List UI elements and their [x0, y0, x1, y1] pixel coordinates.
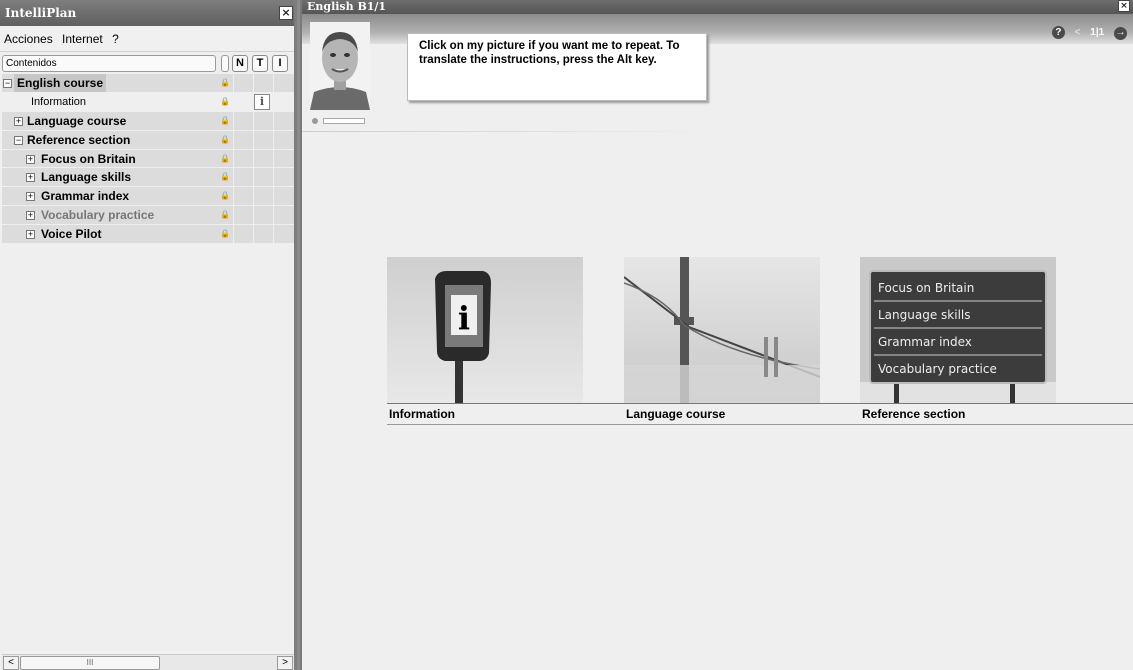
audio-dot-icon	[312, 118, 318, 124]
audio-progress[interactable]	[310, 116, 370, 126]
caption-divider	[387, 424, 1133, 425]
left-window-title: IntelliPlan	[5, 6, 77, 20]
sign-item: Vocabulary practice	[878, 362, 997, 376]
tree-item-label: Vocabulary practice	[41, 208, 155, 223]
tree-item-label: Reference section	[27, 132, 131, 147]
right-title-bar: English B1/1 ×	[302, 0, 1133, 14]
lock-icon: 🔒	[220, 229, 230, 239]
back-arrow-icon[interactable]: <	[1075, 27, 1081, 38]
tree-item-label: Language skills	[41, 170, 132, 185]
scroll-thumb[interactable]: III	[20, 656, 160, 670]
expand-icon[interactable]: +	[26, 211, 35, 221]
intelliplan-window: IntelliPlan × Acciones Internet ? Conten…	[0, 0, 297, 670]
tree-item-grammar-index[interactable]: + Grammar index 🔒	[2, 187, 294, 207]
tree-item-language-skills[interactable]: + Language skills 🔒	[2, 168, 294, 188]
column-t-button[interactable]: T	[252, 55, 268, 72]
expand-icon[interactable]: +	[26, 230, 35, 240]
tile-information[interactable]: i	[387, 257, 583, 404]
sign-item: Focus on Britain	[878, 281, 974, 295]
expand-icon[interactable]: +	[26, 173, 35, 183]
expand-icon[interactable]: +	[26, 192, 35, 202]
tree-item-focus-on-britain[interactable]: + Focus on Britain 🔒	[2, 149, 294, 169]
right-close-button[interactable]: ×	[1118, 0, 1130, 12]
tree-item-language-course[interactable]: + Language course 🔒	[2, 111, 294, 131]
lock-icon: 🔒	[220, 78, 230, 87]
tile-caption-information[interactable]: Information	[387, 404, 455, 424]
scroll-right-button[interactable]: >	[277, 656, 293, 670]
left-title-bar: IntelliPlan ×	[0, 0, 294, 26]
nav-controls: ? < 1|1 →	[1045, 26, 1127, 40]
course-tree: − English course 🔒 Information 🔒 i + Lan…	[2, 74, 294, 245]
lock-icon: 🔒	[220, 172, 230, 182]
tree-item-label: Focus on Britain	[41, 151, 136, 166]
info-sign-letter: i	[458, 299, 470, 337]
menu-internet[interactable]: Internet	[62, 32, 103, 46]
menu-bar: Acciones Internet ?	[0, 26, 294, 52]
tree-item-vocabulary-practice[interactable]: + Vocabulary practice 🔒	[2, 206, 294, 226]
right-window-title: English B1/1	[307, 0, 387, 13]
audio-track[interactable]	[323, 118, 365, 124]
lock-icon: 🔒	[220, 115, 230, 125]
course-window: English B1/1 × ? < 1|1 → Click on my pic…	[300, 0, 1133, 670]
lock-icon: 🔒	[220, 191, 230, 201]
column-i-button[interactable]: I	[272, 55, 288, 72]
horizontal-scrollbar[interactable]: < III >	[2, 654, 294, 670]
scroll-left-button[interactable]: <	[3, 656, 19, 670]
tree-item-label: Voice Pilot	[41, 227, 102, 242]
speech-bubble: Click on my picture if you want me to re…	[407, 33, 707, 101]
collapse-icon[interactable]: −	[14, 135, 23, 145]
tree-item-label: Information	[31, 95, 87, 108]
sign-item: Language skills	[878, 308, 971, 322]
section-tiles: i Focus on Britain Language skills Gramm…	[387, 257, 1133, 425]
tree-item-label: English course	[14, 74, 107, 92]
forward-arrow-icon[interactable]: →	[1114, 27, 1127, 40]
lock-icon: 🔒	[220, 153, 230, 163]
help-icon[interactable]: ?	[1051, 26, 1065, 39]
tree-item-label: Grammar index	[41, 189, 130, 204]
collapse-icon[interactable]: −	[3, 79, 12, 88]
tile-caption-language-course[interactable]: Language course	[624, 404, 725, 424]
column-separator	[221, 55, 229, 72]
tile-divider	[387, 403, 1133, 404]
column-n-button[interactable]: N	[232, 55, 248, 72]
tree-item-english-course[interactable]: − English course 🔒	[2, 74, 294, 93]
sign-item: Grammar index	[878, 335, 972, 349]
tree-item-voice-pilot[interactable]: + Voice Pilot 🔒	[2, 225, 294, 245]
info-icon[interactable]: i	[254, 93, 270, 110]
tile-language-course[interactable]	[623, 257, 821, 404]
tile-reference-section[interactable]: Focus on Britain Language skills Grammar…	[860, 257, 1056, 404]
tutor-portrait[interactable]	[310, 22, 370, 110]
divider	[302, 131, 712, 132]
page-indicator: 1|1	[1090, 27, 1105, 38]
expand-icon[interactable]: +	[14, 116, 23, 126]
left-close-button[interactable]: ×	[279, 6, 293, 20]
tree-item-label: Language course	[27, 113, 127, 128]
menu-acciones[interactable]: Acciones	[4, 32, 53, 46]
lock-icon: 🔒	[220, 210, 230, 220]
menu-help[interactable]: ?	[112, 32, 119, 46]
lock-icon: 🔒	[220, 96, 230, 106]
tree-item-information[interactable]: Information 🔒 i	[2, 92, 294, 112]
tile-caption-reference-section[interactable]: Reference section	[860, 404, 965, 424]
expand-icon[interactable]: +	[26, 154, 35, 164]
contents-header[interactable]: Contenidos	[2, 55, 216, 72]
column-header: Contenidos N T I	[0, 54, 294, 74]
lock-icon: 🔒	[220, 134, 230, 144]
tree-item-reference-section[interactable]: − Reference section 🔒	[2, 130, 294, 150]
